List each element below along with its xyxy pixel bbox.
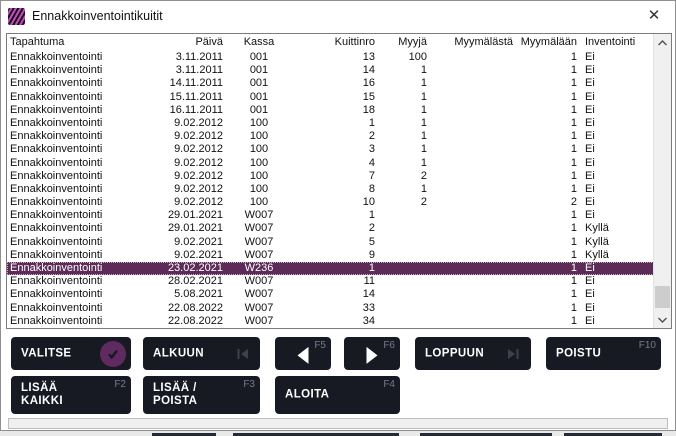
scroll-down-icon[interactable] <box>654 311 671 328</box>
table-row[interactable]: Ennakkoinventointi 9.02.2021 W007 9 1 Ky… <box>7 249 654 262</box>
next-button[interactable]: F6 <box>344 337 400 370</box>
app-icon <box>8 8 25 25</box>
table-row[interactable]: Ennakkoinventointi 9.02.2012 100 7 2 1 E… <box>7 170 654 183</box>
window-title: Ennakkoinventointikuitit <box>32 9 163 23</box>
column-header-myymalaan: Myymälään <box>519 34 583 51</box>
column-header-myymalasta: Myymälästä <box>433 34 519 51</box>
fkey-label: F2 <box>114 379 126 390</box>
column-header-kassa: Kassa <box>225 34 293 51</box>
column-header-myyja: Myyjä <box>381 34 433 51</box>
lisaa-poista-button[interactable]: LISÄÄ / POISTA F3 <box>143 376 260 414</box>
table-row[interactable]: Ennakkoinventointi 9.02.2012 100 8 1 1 E… <box>7 183 654 196</box>
fkey-label: F3 <box>243 379 255 390</box>
table-row[interactable]: Ennakkoinventointi 9.02.2012 100 2 1 1 E… <box>7 130 654 143</box>
poistu-button[interactable]: POISTU F10 <box>546 337 661 370</box>
column-header-inventointi: Inventointi <box>583 34 654 51</box>
table-row[interactable]: Ennakkoinventointi 28.02.2021 W007 11 1 … <box>7 275 654 288</box>
fkey-label: F10 <box>639 340 656 351</box>
table-header: TapahtumaPäiväKassaKuittinroMyyjäMyymälä… <box>7 34 654 51</box>
arrow-left-icon <box>297 346 310 363</box>
status-bar <box>8 418 668 429</box>
app-window: Ennakkoinventointikuitit ✕ TapahtumaPäiv… <box>0 0 676 431</box>
table-row[interactable]: Ennakkoinventointi 9.02.2012 100 4 1 1 E… <box>7 157 654 170</box>
table-row[interactable]: Ennakkoinventointi 9.02.2021 W007 5 1 Ky… <box>7 236 654 249</box>
table-row[interactable]: Ennakkoinventointi 9.02.2012 100 3 1 1 E… <box>7 143 654 156</box>
table-row[interactable]: Ennakkoinventointi 23.02.2021 W236 1 1 E… <box>7 262 654 275</box>
column-header-tapahtuma: Tapahtuma <box>7 34 159 51</box>
fkey-label: F5 <box>314 340 326 351</box>
valitse-label: VALITSE <box>21 347 72 360</box>
previous-button[interactable]: F5 <box>275 337 331 370</box>
lisaa-poista-label: LISÄÄ / POISTA <box>153 382 197 408</box>
scroll-up-icon[interactable] <box>654 34 671 51</box>
table-row[interactable]: Ennakkoinventointi 16.11.2011 001 18 1 1… <box>7 104 654 117</box>
column-header-paiva: Päivä <box>159 34 225 51</box>
table-row[interactable]: Ennakkoinventointi 15.11.2011 001 15 1 1… <box>7 91 654 104</box>
table-row[interactable]: Ennakkoinventointi 3.11.2011 001 14 1 1 … <box>7 64 654 77</box>
table-row[interactable]: Ennakkoinventointi 14.11.2011 001 16 1 1… <box>7 77 654 90</box>
loppuun-label: LOPPUUN <box>425 347 484 360</box>
vertical-scrollbar[interactable] <box>653 34 671 328</box>
aloita-button[interactable]: ALOITA F4 <box>275 376 400 414</box>
loppuun-button[interactable]: LOPPUUN <box>415 337 531 370</box>
table-row[interactable]: Ennakkoinventointi 9.02.2012 100 1 1 1 E… <box>7 117 654 130</box>
lisaa-kaikki-label: LISÄÄ KAIKKI <box>21 382 63 408</box>
aloita-label: ALOITA <box>285 389 329 402</box>
skip-to-start-icon <box>237 349 248 359</box>
table-body: Ennakkoinventointi 3.11.2011 001 13 100 … <box>7 51 671 328</box>
alkuun-button[interactable]: ALKUUN <box>143 337 260 370</box>
receipt-list: TapahtumaPäiväKassaKuittinroMyyjäMyymälä… <box>6 33 672 329</box>
lisaa-kaikki-button[interactable]: LISÄÄ KAIKKI F2 <box>11 376 131 414</box>
fkey-label: F4 <box>383 379 395 390</box>
titlebar[interactable]: Ennakkoinventointikuitit ✕ <box>1 1 675 31</box>
table-row[interactable]: Ennakkoinventointi 29.01.2021 W007 1 1 E… <box>7 209 654 222</box>
fkey-label: F6 <box>383 340 395 351</box>
alkuun-label: ALKUUN <box>153 347 204 360</box>
table-row[interactable]: Ennakkoinventointi 22.08.2022 W007 33 1 … <box>7 302 654 315</box>
screen: Ennakkoinventointikuitit ✕ TapahtumaPäiv… <box>0 0 676 436</box>
arrow-right-icon <box>366 346 379 363</box>
background-window-sliver <box>0 431 676 436</box>
table-row[interactable]: Ennakkoinventointi 3.11.2011 001 13 100 … <box>7 51 654 64</box>
skip-to-end-icon <box>508 349 519 359</box>
close-icon[interactable]: ✕ <box>643 6 665 26</box>
table-row[interactable]: Ennakkoinventointi 5.08.2021 W007 14 1 E… <box>7 288 654 301</box>
check-icon <box>100 341 126 367</box>
column-header-kuittinro: Kuittinro <box>293 34 381 51</box>
table-row[interactable]: Ennakkoinventointi 29.01.2021 W007 2 1 K… <box>7 222 654 235</box>
scrollbar-thumb[interactable] <box>655 286 670 308</box>
table-row[interactable]: Ennakkoinventointi 9.02.2012 100 10 2 2 … <box>7 196 654 209</box>
table-row[interactable]: Ennakkoinventointi 22.08.2022 W007 34 1 … <box>7 315 654 328</box>
poistu-label: POISTU <box>556 347 601 360</box>
valitse-button[interactable]: VALITSE <box>11 337 131 370</box>
